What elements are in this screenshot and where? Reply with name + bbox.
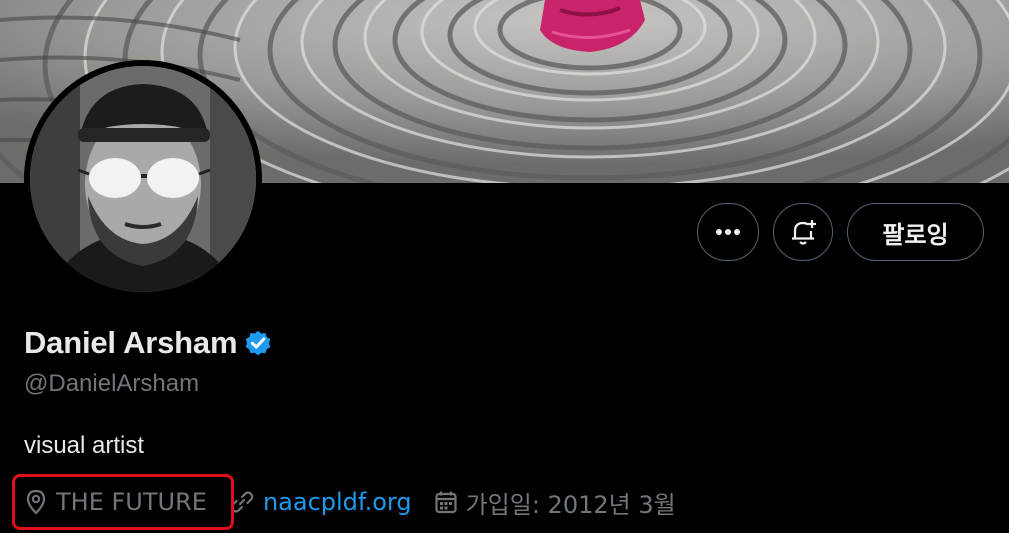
profile-handle: @DanielArsham [24, 370, 200, 397]
avatar[interactable] [30, 66, 256, 292]
profile-bio: visual artist [24, 432, 145, 459]
more-options-button[interactable] [697, 203, 759, 261]
following-button[interactable]: 팔로잉 [847, 203, 984, 261]
location-text: THE FUTURE [56, 488, 207, 516]
following-label: 팔로잉 [882, 220, 949, 249]
ellipsis-icon [716, 229, 740, 235]
verified-badge-icon[interactable] [243, 328, 273, 358]
location-item: THE FUTURE [24, 488, 207, 516]
notifications-button[interactable] [773, 203, 833, 261]
website-item[interactable]: naacpldf.org [229, 488, 412, 516]
verified-icon [246, 330, 271, 356]
avatar-image [30, 66, 256, 292]
location-pin-icon [24, 489, 48, 515]
joined-item: 가입일: 2012년 3월 [434, 485, 676, 520]
profile-meta-row: THE FUTURE naacpldf.org 가입일: 2012년 3월 [24, 482, 676, 522]
profile-name-row: Daniel Arsham [24, 325, 273, 361]
website-link[interactable]: naacpldf.org [263, 488, 412, 516]
avatar-container[interactable] [24, 60, 262, 298]
bell-plus-icon [792, 220, 816, 245]
link-icon [229, 489, 255, 515]
joined-date: 가입일: 2012년 3월 [465, 490, 676, 519]
calendar-icon [434, 489, 458, 515]
display-name: Daniel Arsham [24, 325, 238, 360]
